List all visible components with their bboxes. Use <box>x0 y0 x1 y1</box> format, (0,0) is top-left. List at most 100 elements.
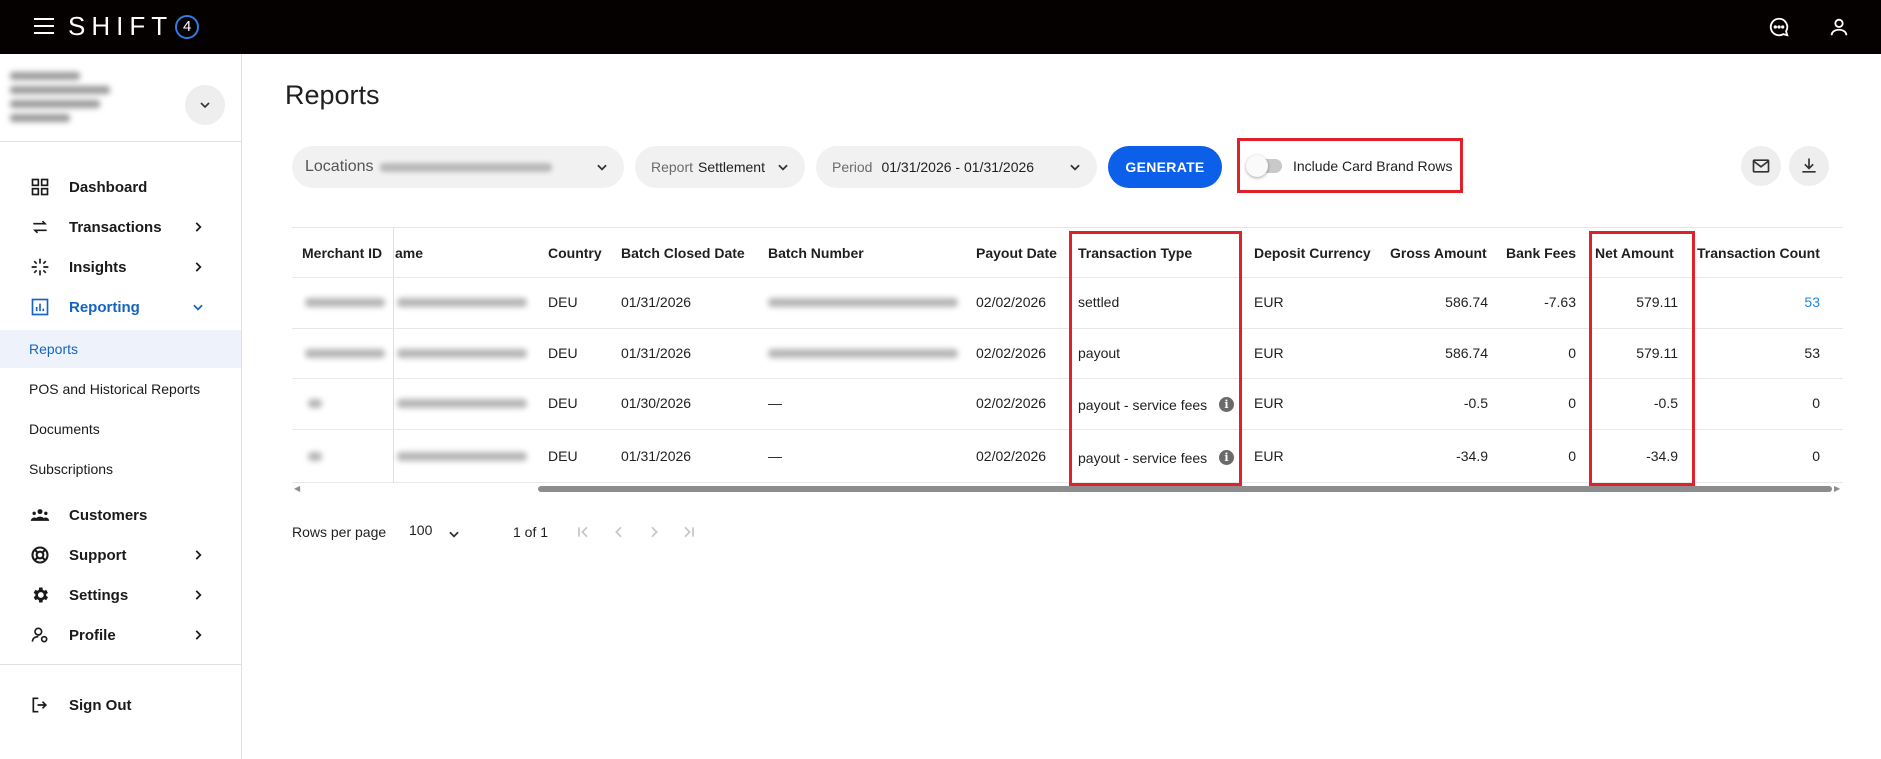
cell-gross-amount: 586.74 <box>1445 294 1488 310</box>
toggle-knob[interactable] <box>1246 155 1268 177</box>
generate-button[interactable]: GENERATE <box>1108 146 1222 188</box>
batch-number-redacted <box>768 298 958 307</box>
cell-transaction-count-link[interactable]: 53 <box>1720 294 1820 310</box>
sidebar-item-label: Transactions <box>69 218 162 236</box>
cell-batch-number: — <box>768 395 782 411</box>
chevron-right-icon <box>188 257 208 277</box>
sidebar-item-support[interactable]: Support <box>0 537 241 573</box>
report-value: Settlement <box>698 159 765 175</box>
col-header-transaction-count[interactable]: Transaction Count <box>1697 245 1820 261</box>
merchant-id-redacted <box>308 452 322 461</box>
first-page-button[interactable] <box>572 521 594 543</box>
email-button[interactable] <box>1741 146 1781 186</box>
col-header-gross-amount[interactable]: Gross Amount <box>1390 245 1487 261</box>
sidebar-item-profile[interactable]: Profile <box>0 617 241 653</box>
report-filter[interactable]: Report Settlement <box>635 146 805 188</box>
previous-page-button[interactable] <box>608 521 630 543</box>
name-redacted <box>397 349 527 358</box>
sidebar: Dashboard Transactions Insights Reportin… <box>0 54 242 759</box>
cell-deposit-currency: EUR <box>1254 345 1284 361</box>
scrollbar-thumb[interactable] <box>538 486 1832 492</box>
shift4-logo[interactable]: SHIFT 4 <box>68 11 200 42</box>
col-header-merchant-id[interactable]: Merchant ID <box>302 245 382 261</box>
locations-value-redacted <box>379 162 552 172</box>
cell-batch-closed-date: 01/31/2026 <box>621 294 692 310</box>
report-label: Report <box>651 159 694 175</box>
sidebar-subitem-label: Subscriptions <box>29 461 114 477</box>
col-header-batch-number[interactable]: Batch Number <box>768 245 864 261</box>
chevron-down-icon <box>592 157 612 177</box>
col-header-country[interactable]: Country <box>548 245 602 261</box>
sidebar-subitem-label: Reports <box>29 341 79 357</box>
chevron-down-icon <box>200 102 210 109</box>
cell-transaction-count: 0 <box>1812 395 1820 411</box>
sign-out-button[interactable]: Sign Out <box>0 687 241 723</box>
cell-country: DEU <box>548 294 578 310</box>
last-page-button[interactable] <box>678 521 700 543</box>
cell-deposit-currency: EUR <box>1254 448 1284 464</box>
sidebar-item-customers[interactable]: Customers <box>0 497 241 533</box>
cell-bank-fees: 0 <box>1568 395 1576 411</box>
col-header-name[interactable]: ame <box>395 245 423 261</box>
sidebar-item-label: Customers <box>69 506 148 524</box>
sidebar-item-label: Profile <box>69 626 116 644</box>
sidebar-item-label: Reporting <box>69 298 140 316</box>
cell-transaction-count: 0 <box>1812 448 1820 464</box>
period-filter[interactable]: Period 01/31/2026 - 01/31/2026 <box>816 146 1097 188</box>
sidebar-subitem-reports[interactable]: Reports <box>0 330 241 368</box>
cell-deposit-currency: EUR <box>1254 294 1284 310</box>
chevron-down-icon <box>188 297 208 317</box>
cell-batch-number: — <box>768 448 782 464</box>
cell-batch-closed-date: 01/31/2026 <box>621 345 692 361</box>
scroll-right-arrow[interactable]: ▶ <box>1834 484 1840 493</box>
name-redacted <box>397 298 527 307</box>
rows-per-page-select[interactable]: 100 <box>409 522 432 538</box>
first-page-icon <box>578 526 588 538</box>
sidebar-subitem-subscriptions[interactable]: Subscriptions <box>0 450 241 488</box>
cell-bank-fees: -7.63 <box>1544 294 1576 310</box>
sidebar-subitem-label: POS and Historical Reports <box>29 381 201 397</box>
sidebar-subitem-documents[interactable]: Documents <box>0 410 241 448</box>
rows-per-page-label: Rows per page <box>292 524 387 540</box>
user-icon[interactable] <box>1826 14 1852 40</box>
chevron-right-icon <box>651 526 658 538</box>
chevron-down-icon[interactable] <box>444 524 464 544</box>
sidebar-item-label: Settings <box>69 586 129 604</box>
col-header-payout-date[interactable]: Payout Date <box>976 245 1057 261</box>
sidebar-item-reporting[interactable]: Reporting <box>0 289 241 325</box>
cell-transaction-count: 53 <box>1804 345 1820 361</box>
menu-icon[interactable] <box>34 18 56 36</box>
top-bar: SHIFT 4 <box>0 0 1881 54</box>
period-value: 01/31/2026 - 01/31/2026 <box>881 159 1035 175</box>
sparkle-icon <box>30 257 50 277</box>
next-page-button[interactable] <box>643 521 665 543</box>
sidebar-item-settings[interactable]: Settings <box>0 577 241 613</box>
sidebar-divider <box>0 141 242 142</box>
people-icon <box>30 505 50 525</box>
name-redacted <box>397 452 527 461</box>
sidebar-item-transactions[interactable]: Transactions <box>0 209 241 245</box>
account-name-redacted <box>10 66 150 122</box>
cell-gross-amount: -34.9 <box>1456 448 1488 464</box>
locations-filter[interactable]: Locations <box>292 146 624 188</box>
download-button[interactable] <box>1789 146 1829 186</box>
cell-payout-date: 02/02/2026 <box>976 395 1047 411</box>
locations-label: Locations <box>305 158 374 175</box>
sidebar-item-label: Dashboard <box>69 178 148 196</box>
sidebar-divider <box>0 664 242 665</box>
chat-icon[interactable] <box>1766 14 1792 40</box>
sidebar-subitem-pos-historical[interactable]: POS and Historical Reports <box>0 370 241 408</box>
cell-batch-closed-date: 01/31/2026 <box>621 448 692 464</box>
sticky-column-separator <box>393 227 394 482</box>
chevron-left-icon <box>615 526 622 538</box>
col-header-bank-fees[interactable]: Bank Fees <box>1506 245 1576 261</box>
sign-out-label: Sign Out <box>69 696 132 714</box>
sidebar-item-dashboard[interactable]: Dashboard <box>0 169 241 205</box>
scroll-left-arrow[interactable]: ◀ <box>294 484 300 493</box>
sidebar-item-label: Support <box>69 546 127 564</box>
account-expand-button[interactable] <box>185 85 225 125</box>
col-header-batch-closed-date[interactable]: Batch Closed Date <box>621 245 745 261</box>
table-top-border <box>292 227 1843 228</box>
sidebar-item-insights[interactable]: Insights <box>0 249 241 285</box>
col-header-deposit-currency[interactable]: Deposit Currency <box>1254 245 1371 261</box>
